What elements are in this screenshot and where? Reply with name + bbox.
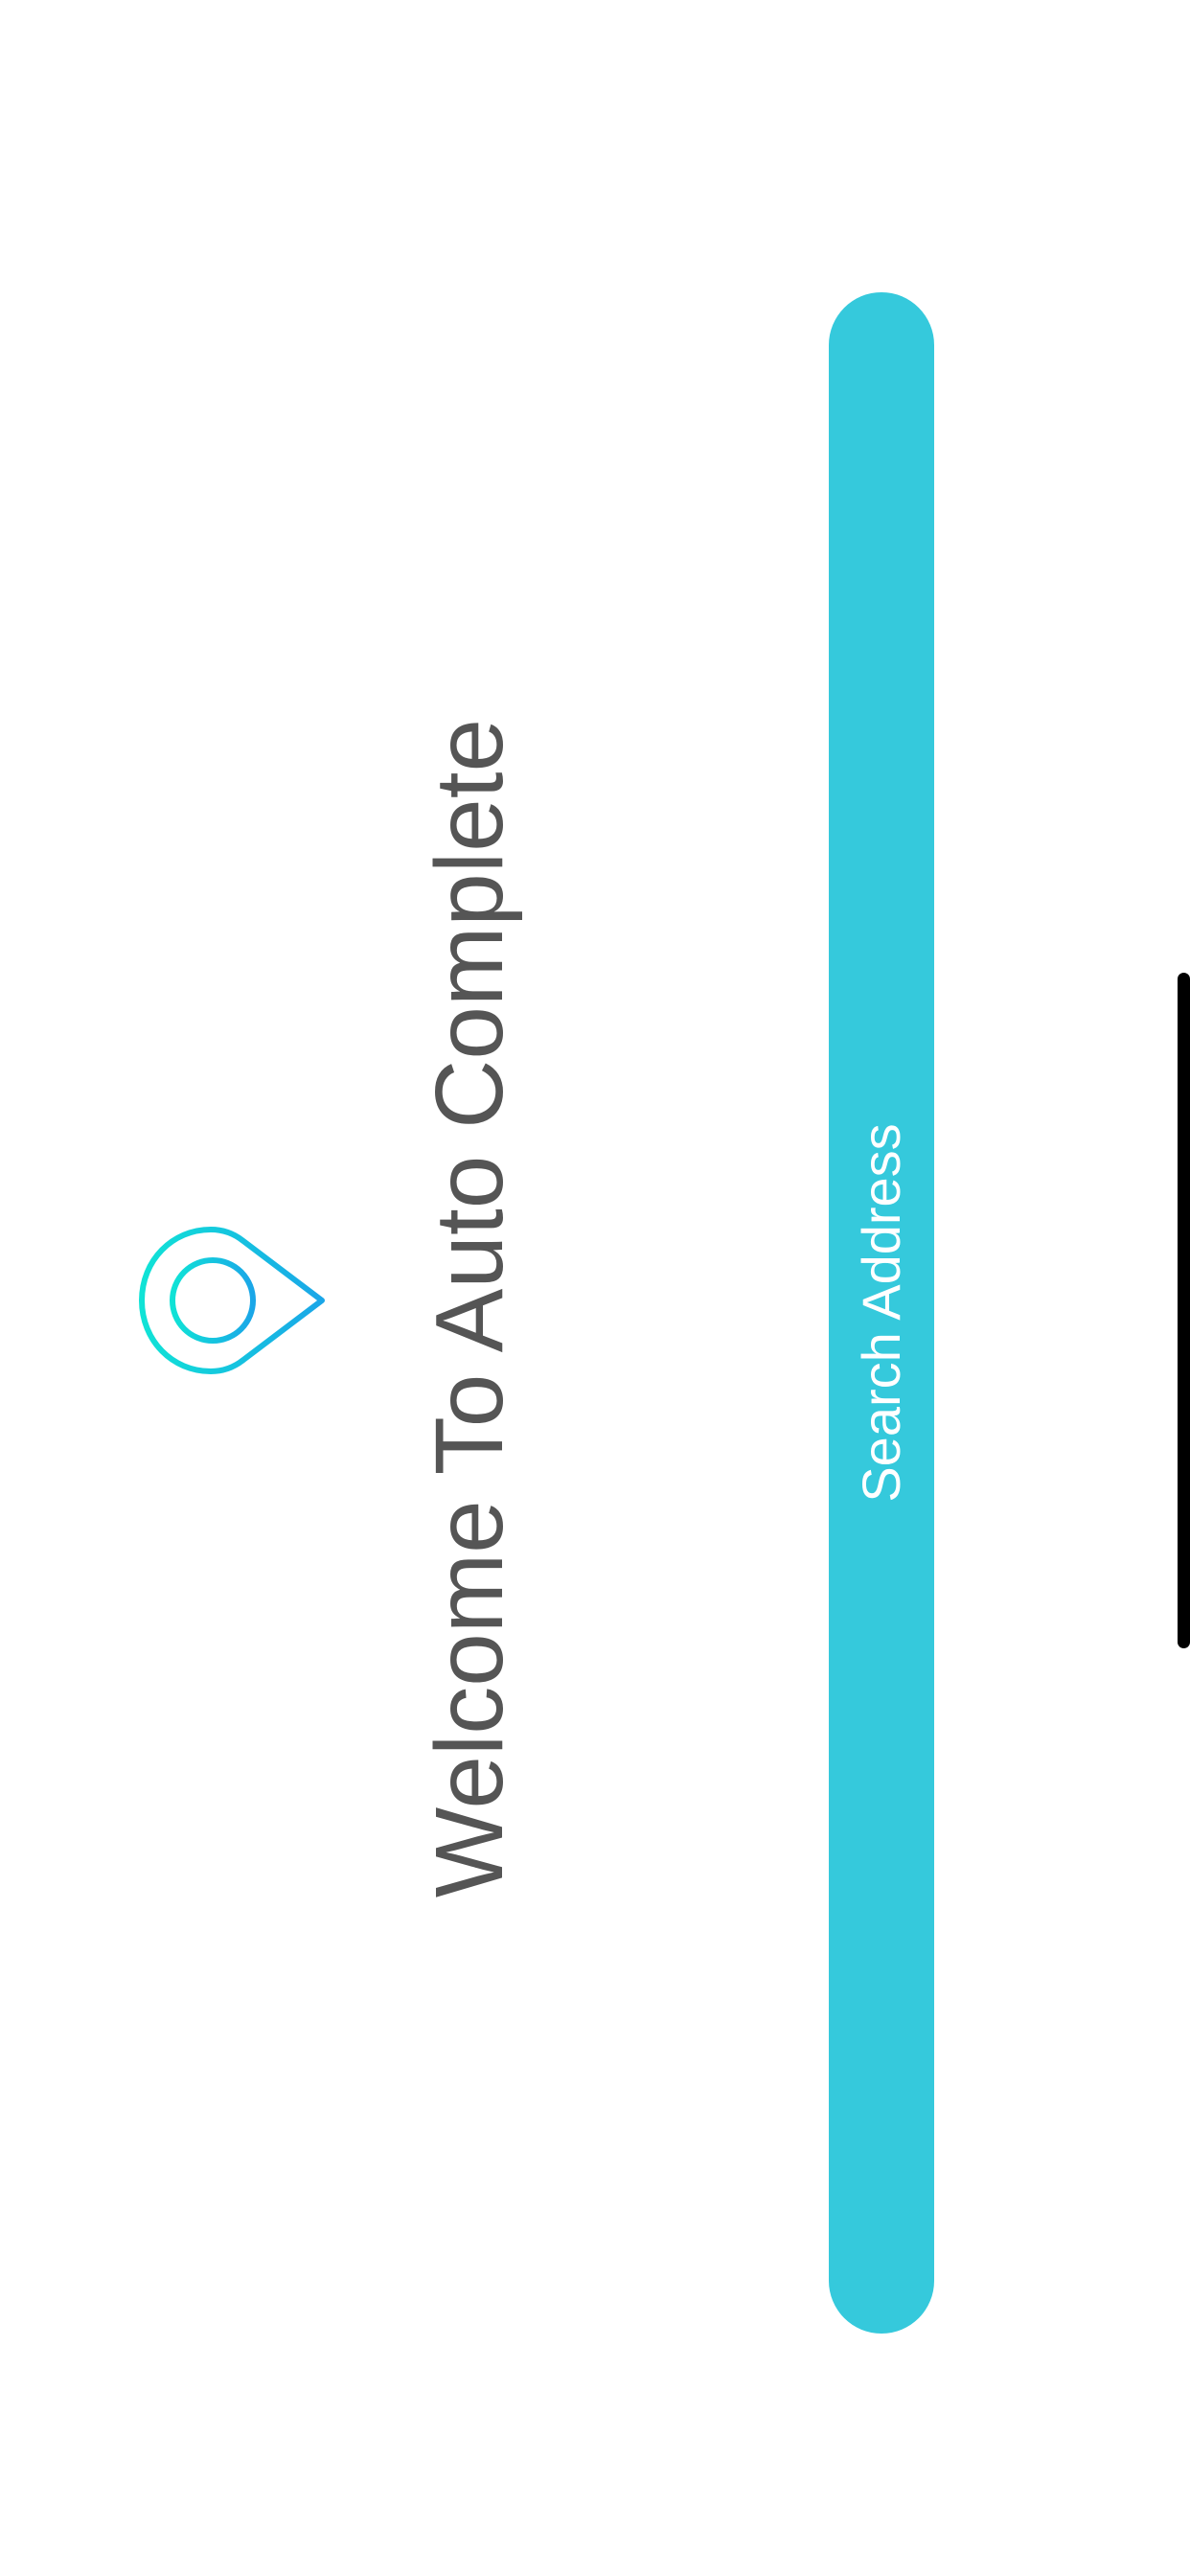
search-address-button[interactable]: Search Address [829, 292, 934, 2334]
welcome-title: Welcome To Auto Complete [416, 718, 523, 1898]
home-indicator[interactable] [1178, 973, 1190, 1648]
welcome-title-container: Welcome To Auto Complete [402, 704, 537, 1912]
search-address-label: Search Address [851, 1123, 911, 1503]
location-pin-icon [134, 1222, 335, 1385]
